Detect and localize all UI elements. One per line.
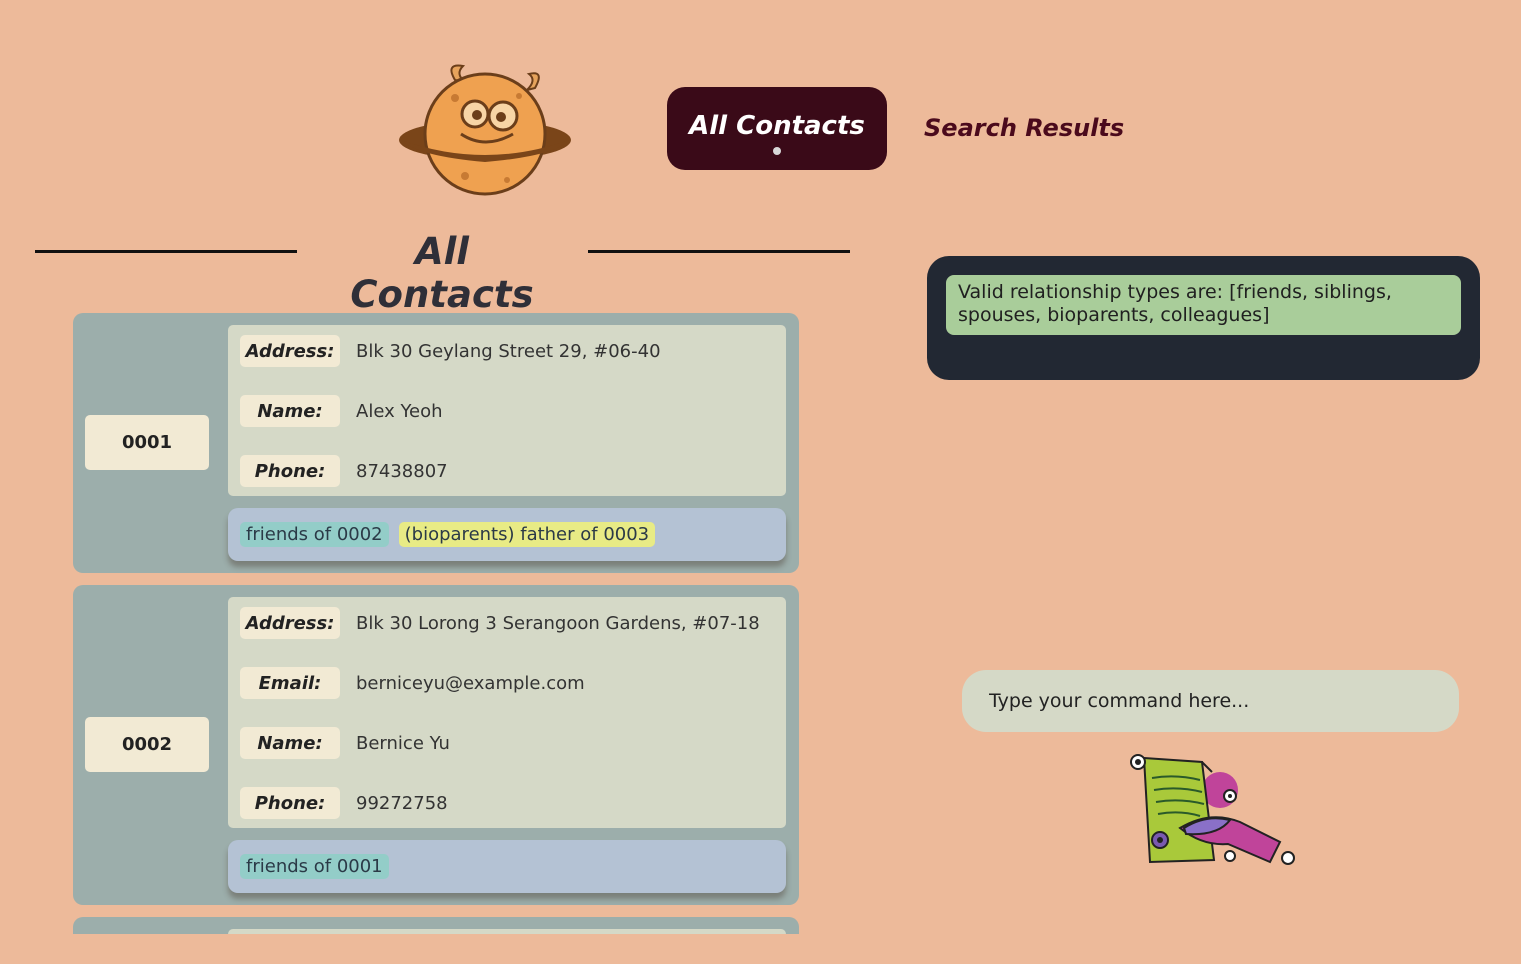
contact-card[interactable]: 0002 Address: Blk 30 Lorong 3 Serangoon … [73,585,799,905]
contact-fields: Address: Blk 30 Geylang Street 29, #06-4… [228,325,786,496]
app-logo-icon [395,58,575,198]
title-divider-right [588,250,850,253]
name-row: Name: Bernice Yu [240,727,450,759]
contact-card[interactable] [73,917,799,934]
address-row: Address: Blk 30 Geylang Street 29, #06-4… [240,335,661,367]
contact-fields: Address: Blk 30 Lorong 3 Serangoon Garde… [228,597,786,828]
phone-row: Phone: 87438807 [240,455,448,487]
relationship-tag: (bioparents) father of 0003 [398,522,656,547]
field-label: Phone: [240,455,340,487]
tab-all-contacts-label: All Contacts [689,110,865,141]
address-value: Blk 30 Geylang Street 29, #06-40 [356,340,661,362]
result-display-panel: Valid relationship types are: [friends, … [927,256,1480,380]
title-divider-left [35,250,297,253]
name-value: Bernice Yu [356,732,450,754]
relationship-tag: friends of 0002 [240,522,389,547]
address-row: Address: Blk 30 Lorong 3 Serangoon Garde… [240,607,760,639]
contact-list[interactable]: 0001 Address: Blk 30 Geylang Street 29, … [73,313,799,934]
field-label: Address: [240,335,340,367]
field-label: Phone: [240,787,340,819]
field-label: Email: [240,667,340,699]
contact-fields [228,929,786,934]
tab-all-contacts[interactable]: All Contacts [667,87,887,170]
field-label: Name: [240,395,340,427]
phone-row: Phone: 99272758 [240,787,448,819]
phone-value: 87438807 [356,460,448,482]
active-indicator [773,147,781,155]
relationship-tag: friends of 0001 [240,854,389,879]
result-message: Valid relationship types are: [friends, … [946,275,1461,335]
contact-id: 0002 [85,717,209,772]
document-monster-icon [1120,750,1300,875]
page-title: All Contacts [350,230,534,316]
relationship-tags: friends of 0002 (bioparents) father of 0… [228,508,786,561]
field-label: Name: [240,727,340,759]
contact-id: 0001 [85,415,209,470]
field-label: Address: [240,607,340,639]
name-value: Alex Yeoh [356,400,443,422]
relationship-tags: friends of 0001 [228,840,786,893]
tab-search-results[interactable]: Search Results [924,114,1124,142]
email-row: Email: berniceyu@example.com [240,667,585,699]
email-value: berniceyu@example.com [356,672,585,694]
name-row: Name: Alex Yeoh [240,395,443,427]
contact-card[interactable]: 0001 Address: Blk 30 Geylang Street 29, … [73,313,799,573]
phone-value: 99272758 [356,792,448,814]
address-value: Blk 30 Lorong 3 Serangoon Gardens, #07-1… [356,612,760,634]
command-input[interactable] [962,670,1459,732]
